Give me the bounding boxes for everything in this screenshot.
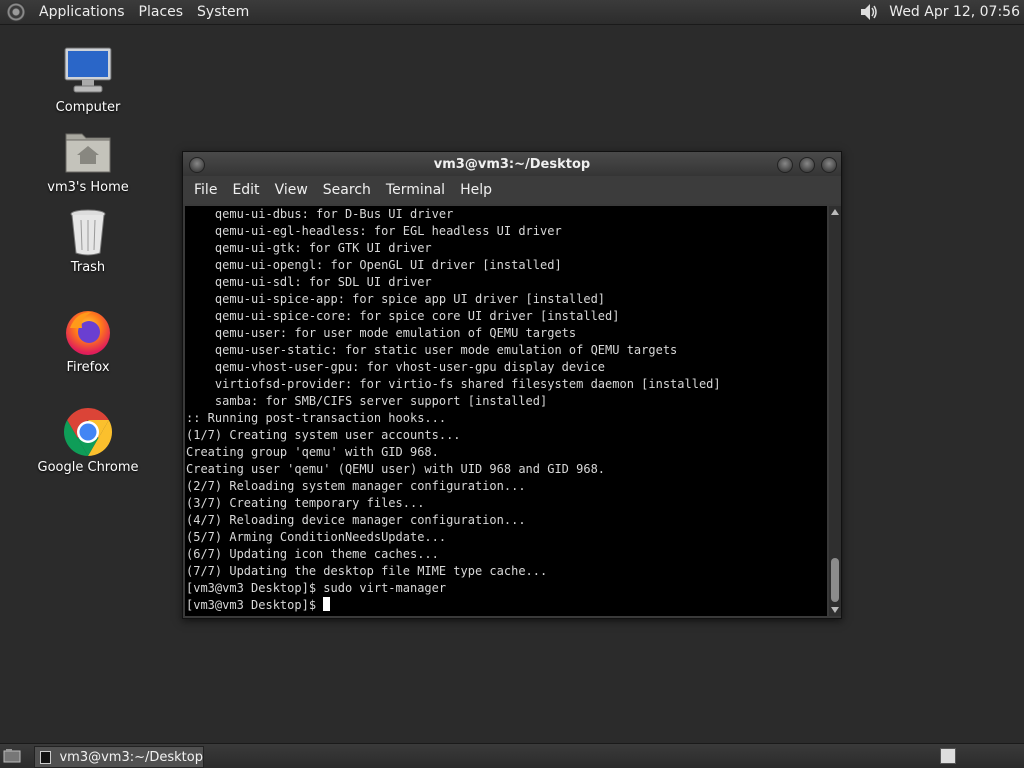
desktop-icon-label: Computer <box>55 100 121 115</box>
menu-edit[interactable]: Edit <box>225 182 267 198</box>
desktop-icon-label: vm3's Home <box>47 180 129 195</box>
desktop-icon-label: Google Chrome <box>37 460 139 475</box>
menu-search[interactable]: Search <box>316 182 379 198</box>
terminal-line: (1/7) Creating system user accounts... <box>186 428 461 442</box>
desktop-icon-label: Firefox <box>66 360 110 375</box>
terminal-line: [vm3@vm3 Desktop]$ sudo virt-manager <box>186 581 447 595</box>
terminal-line: qemu-user: for user mode emulation of QE… <box>186 326 577 340</box>
menu-help[interactable]: Help <box>453 182 500 198</box>
desktop-icon-chrome[interactable]: Google Chrome <box>33 406 143 475</box>
terminal-line: qemu-vhost-user-gpu: for vhost-user-gpu … <box>186 360 606 374</box>
desktop-icon-firefox[interactable]: Firefox <box>33 306 143 375</box>
terminal-line: samba: for SMB/CIFS server support [inst… <box>186 394 548 408</box>
terminal-line: :: Running post-transaction hooks... <box>186 411 447 425</box>
taskbar-label: vm3@vm3:~/Desktop <box>59 749 203 765</box>
terminal-line: Creating group 'qemu' with GID 968. <box>186 445 439 459</box>
clock[interactable]: Wed Apr 12, 07:56 <box>889 4 1020 20</box>
top-panel: Applications Places System Wed Apr 12, 0… <box>0 0 1024 25</box>
terminal-line: qemu-ui-spice-core: for spice core UI dr… <box>186 309 620 323</box>
terminal-line: (2/7) Reloading system manager configura… <box>186 479 526 493</box>
terminal-scrollbar[interactable] <box>829 206 841 616</box>
applications-menu[interactable]: Applications <box>32 4 132 20</box>
terminal-output[interactable]: qemu-ui-dbus: for D-Bus UI driver qemu-u… <box>185 206 827 616</box>
terminal-line: qemu-ui-gtk: for GTK UI driver <box>186 241 432 255</box>
close-icon[interactable] <box>821 157 837 173</box>
desktop-icon-trash[interactable]: Trash <box>33 206 143 275</box>
desktop-icon-home[interactable]: vm3's Home <box>33 126 143 195</box>
computer-icon <box>62 46 114 98</box>
terminal-window[interactable]: vm3@vm3:~/Desktop File Edit View Search … <box>182 151 842 619</box>
chrome-icon <box>62 406 114 458</box>
minimize-icon[interactable] <box>777 157 793 173</box>
home-folder-icon <box>62 126 114 178</box>
menu-file[interactable]: File <box>187 182 225 198</box>
terminal-menubar: File Edit View Search Terminal Help <box>183 176 841 204</box>
maximize-icon[interactable] <box>799 157 815 173</box>
terminal-line: (7/7) Updating the desktop file MIME typ… <box>186 564 548 578</box>
terminal-line: qemu-ui-sdl: for SDL UI driver <box>186 275 432 289</box>
scroll-down-icon[interactable] <box>831 607 839 613</box>
terminal-line: qemu-ui-egl-headless: for EGL headless U… <box>186 224 562 238</box>
terminal-line: (6/7) Updating icon theme caches... <box>186 547 439 561</box>
volume-icon[interactable] <box>857 2 881 22</box>
system-menu[interactable]: System <box>190 4 256 20</box>
terminal-line: Creating user 'qemu' (QEMU user) with UI… <box>186 462 606 476</box>
terminal-line: qemu-ui-dbus: for D-Bus UI driver <box>186 207 454 221</box>
terminal-icon <box>40 750 52 764</box>
scrollbar-thumb[interactable] <box>831 558 839 602</box>
show-desktop-icon[interactable] <box>3 748 21 763</box>
menu-terminal[interactable]: Terminal <box>379 182 453 198</box>
places-menu[interactable]: Places <box>132 4 191 20</box>
terminal-line: (4/7) Reloading device manager configura… <box>186 513 526 527</box>
terminal-line: (3/7) Creating temporary files... <box>186 496 425 510</box>
desktop-icon-computer[interactable]: Computer <box>33 46 143 115</box>
terminal-line: qemu-user-static: for static user mode e… <box>186 343 678 357</box>
terminal-prompt: [vm3@vm3 Desktop]$ <box>186 598 324 612</box>
trash-icon <box>62 206 114 258</box>
terminal-line: qemu-ui-spice-app: for spice app UI driv… <box>186 292 606 306</box>
window-menu-icon[interactable] <box>189 157 205 173</box>
terminal-line: virtiofsd-provider: for virtio-fs shared… <box>186 377 721 391</box>
desktop-icon-label: Trash <box>70 260 106 275</box>
taskbar-terminal-button[interactable]: vm3@vm3:~/Desktop <box>34 746 204 768</box>
terminal-titlebar[interactable]: vm3@vm3:~/Desktop <box>183 152 841 176</box>
terminal-line: (5/7) Arming ConditionNeedsUpdate... <box>186 530 447 544</box>
window-title: vm3@vm3:~/Desktop <box>433 156 591 172</box>
terminal-prompt-line[interactable]: [vm3@vm3 Desktop]$ <box>185 597 827 614</box>
terminal-line: qemu-ui-opengl: for OpenGL UI driver [in… <box>186 258 562 272</box>
menu-view[interactable]: View <box>268 182 316 198</box>
scroll-up-icon[interactable] <box>831 209 839 215</box>
bottom-panel: vm3@vm3:~/Desktop <box>0 743 1024 768</box>
text-cursor <box>323 597 331 611</box>
gnome-foot-icon[interactable] <box>6 2 26 22</box>
workspace-switcher-icon[interactable] <box>940 748 956 764</box>
firefox-icon <box>62 306 114 358</box>
